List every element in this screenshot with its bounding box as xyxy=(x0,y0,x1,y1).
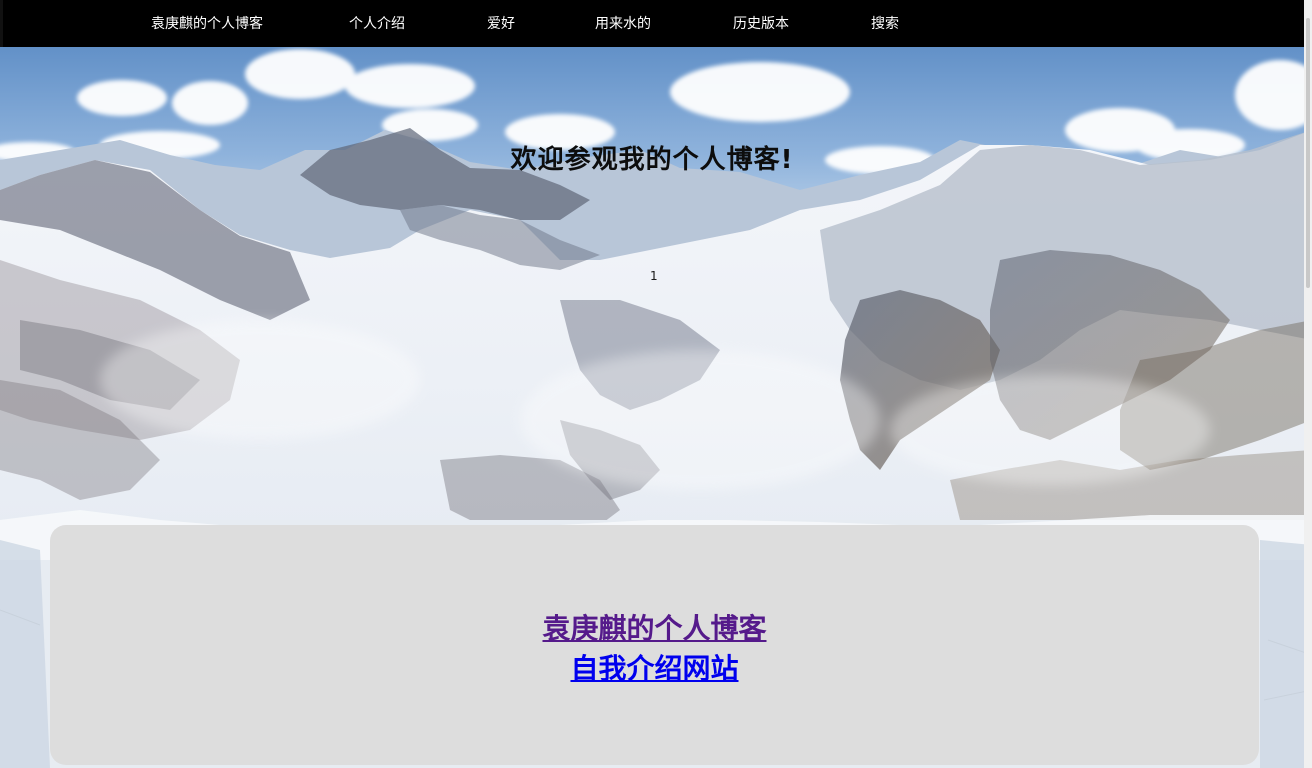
nav-item-misc[interactable]: 用来水的 xyxy=(595,14,651,34)
page-scrollbar[interactable] xyxy=(1304,0,1312,768)
nav-item-history[interactable]: 历史版本 xyxy=(733,14,789,34)
self-intro-site-link[interactable]: 自我介绍网站 xyxy=(50,649,1259,689)
nav-item-home[interactable]: 袁庚麒的个人博客 xyxy=(151,14,263,34)
nav-item-search[interactable]: 搜索 xyxy=(871,14,899,34)
scrollbar-thumb[interactable] xyxy=(1306,18,1310,288)
nav-item-hobbies[interactable]: 爱好 xyxy=(487,14,515,34)
hero-marker-text: 1 xyxy=(650,269,658,283)
hero-title: 欢迎参观我的个人博客! xyxy=(510,145,794,175)
content-card: 袁庚麒的个人博客 自我介绍网站 xyxy=(50,525,1259,765)
blog-home-link[interactable]: 袁庚麒的个人博客 xyxy=(50,609,1259,649)
top-navigation-bar: 袁庚麒的个人博客 个人介绍 爱好 用来水的 历史版本 搜索 xyxy=(0,0,1304,47)
card-links: 袁庚麒的个人博客 自我介绍网站 xyxy=(50,609,1259,689)
nav-left-edge xyxy=(0,0,3,47)
page: 袁庚麒的个人博客 个人介绍 爱好 用来水的 历史版本 搜索 欢迎参观我的个人博客… xyxy=(0,0,1312,768)
nav-item-about[interactable]: 个人介绍 xyxy=(349,14,405,34)
